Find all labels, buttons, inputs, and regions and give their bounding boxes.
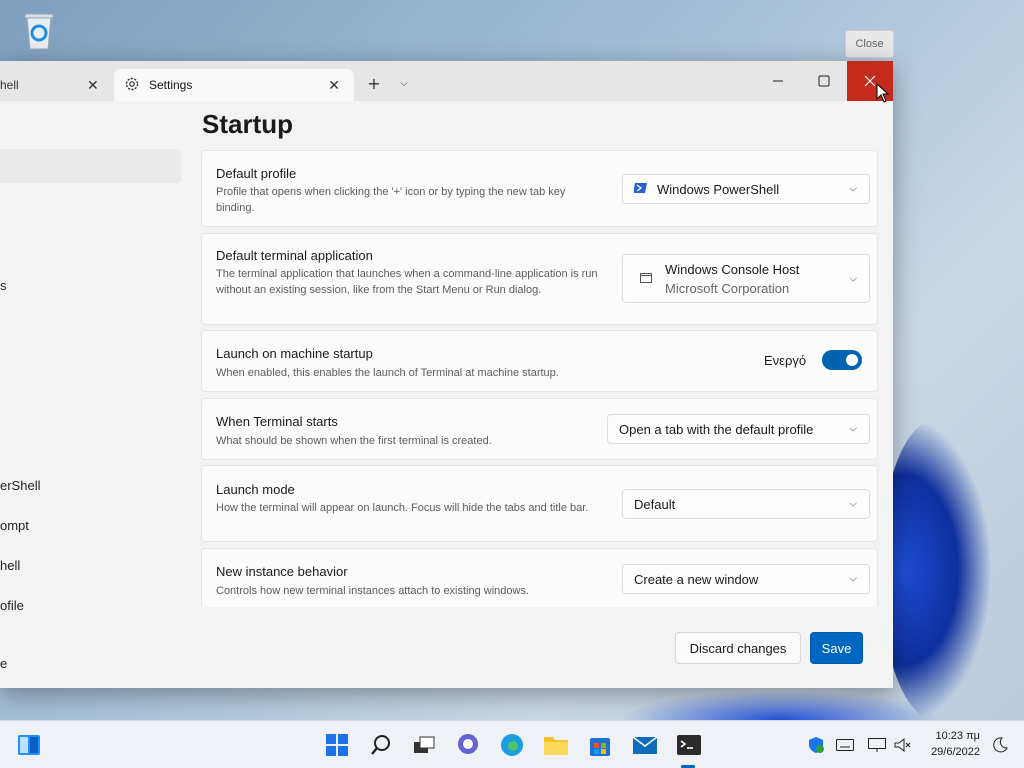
setting-description: Controls how new terminal instances atta… — [216, 585, 530, 597]
default-terminal-dropdown[interactable]: Windows Console Host Microsoft Corporati… — [622, 254, 870, 303]
start-icon[interactable] — [323, 731, 351, 759]
console-host-icon — [640, 272, 652, 287]
title-bar: hell ✕ Settings ✕ + ⌵ — [0, 61, 893, 101]
wallpaper-bloom — [880, 420, 990, 720]
chevron-down-icon: ⌵ — [849, 573, 857, 585]
setting-description: What should be shown when the first term… — [216, 435, 492, 447]
nav-item-command-prompt[interactable]: ompt — [0, 518, 29, 533]
clock-time[interactable]: 10:23 πμ — [914, 730, 980, 742]
toggle-state-label: Ενεργό — [764, 353, 807, 368]
network-icon[interactable] — [867, 731, 887, 759]
recycle-bin-icon[interactable] — [18, 8, 60, 52]
chevron-down-icon: ⌵ — [849, 498, 857, 510]
task-view-icon[interactable] — [410, 731, 438, 759]
dropdown-value: Windows PowerShell — [657, 181, 780, 197]
when-terminal-starts-dropdown[interactable]: Open a tab with the default profile ⌵ — [607, 414, 870, 444]
setting-description: The terminal application that launches w… — [216, 268, 598, 296]
close-icon[interactable]: ✕ — [328, 77, 340, 94]
tab-label: hell — [0, 78, 19, 92]
minimize-button[interactable] — [755, 61, 801, 101]
volume-muted-icon[interactable] — [893, 731, 913, 759]
dropdown-value: Windows Console Host — [665, 262, 800, 277]
tab-settings[interactable]: Settings ✕ — [114, 69, 354, 101]
setting-title: Launch mode — [216, 482, 295, 497]
setting-title: Launch on machine startup — [216, 346, 373, 361]
discard-changes-button[interactable]: Discard changes — [675, 632, 801, 664]
nav-item-powershell[interactable]: erShell — [0, 478, 40, 493]
dropdown-value: Create a new window — [634, 571, 759, 587]
default-profile-dropdown[interactable]: Windows PowerShell ⌵ — [622, 174, 870, 204]
close-tooltip: Close — [845, 30, 894, 58]
save-button[interactable]: Save — [810, 632, 863, 664]
maximize-button[interactable] — [801, 61, 847, 101]
tab-powershell[interactable]: hell ✕ — [0, 69, 110, 101]
tab-label: Settings — [149, 78, 193, 92]
mouse-cursor-icon — [876, 82, 890, 107]
setting-title: When Terminal starts — [216, 414, 338, 429]
powershell-icon — [633, 181, 648, 198]
terminal-icon[interactable] — [675, 731, 703, 759]
close-icon[interactable]: ✕ — [87, 77, 99, 94]
setting-default-terminal: Default terminal application The termina… — [201, 233, 878, 325]
setting-launch-on-startup: Launch on machine startup When enabled, … — [201, 330, 878, 392]
nav-item-add-profile[interactable]: ofile — [0, 598, 24, 613]
chevron-down-icon[interactable]: ⌵ — [392, 73, 416, 93]
search-icon[interactable] — [367, 731, 395, 759]
dropdown-value: Open a tab with the default profile — [619, 421, 814, 437]
file-explorer-icon[interactable] — [542, 731, 570, 759]
dropdown-value-subtitle: Microsoft Corporation — [665, 281, 790, 296]
nav-item-fragment[interactable]: s — [0, 278, 7, 293]
keyboard-icon[interactable] — [835, 731, 855, 759]
store-icon[interactable] — [586, 731, 614, 759]
setting-when-terminal-starts: When Terminal starts What should be show… — [201, 398, 878, 460]
new-instance-dropdown[interactable]: Create a new window ⌵ — [622, 564, 870, 594]
toggle-knob — [846, 354, 858, 366]
edge-icon[interactable] — [498, 731, 526, 759]
widgets-icon[interactable] — [15, 731, 43, 759]
setting-description: How the terminal will appear on launch. … — [216, 502, 589, 514]
nav-item-azure-shell[interactable]: hell — [0, 558, 20, 573]
chevron-down-icon: ⌵ — [849, 423, 857, 435]
launch-mode-dropdown[interactable]: Default ⌵ — [622, 489, 870, 519]
nav-item-open-json[interactable]: e — [0, 656, 7, 671]
setting-description: Profile that opens when clicking the '+'… — [216, 186, 566, 214]
clock-date[interactable]: 29/6/2022 — [914, 746, 980, 758]
setting-title: Default terminal application — [216, 248, 373, 263]
setting-default-profile: Default profile Profile that opens when … — [201, 150, 878, 227]
chevron-down-icon: ⌵ — [849, 183, 857, 195]
page-title: Startup — [202, 109, 293, 139]
setting-launch-mode: Launch mode How the terminal will appear… — [201, 465, 878, 542]
terminal-window: hell ✕ Settings ✕ + ⌵ s erShell ompt hel… — [0, 61, 893, 688]
setting-title: New instance behavior — [216, 564, 348, 579]
nav-item-startup-selected[interactable] — [0, 149, 181, 183]
chat-icon[interactable] — [454, 731, 482, 759]
security-shield-icon[interactable] — [806, 731, 826, 759]
focus-assist-moon-icon[interactable] — [990, 731, 1010, 759]
mail-icon[interactable] — [631, 731, 659, 759]
setting-description: When enabled, this enables the launch of… — [216, 367, 559, 379]
new-tab-button[interactable]: + — [362, 73, 386, 93]
gear-icon — [124, 76, 140, 95]
launch-on-startup-toggle[interactable] — [822, 350, 862, 370]
taskbar: 10:23 πμ 29/6/2022 — [0, 720, 1024, 768]
setting-title: Default profile — [216, 166, 297, 181]
dropdown-value: Default — [634, 496, 676, 512]
chevron-down-icon: ⌵ — [849, 273, 857, 284]
